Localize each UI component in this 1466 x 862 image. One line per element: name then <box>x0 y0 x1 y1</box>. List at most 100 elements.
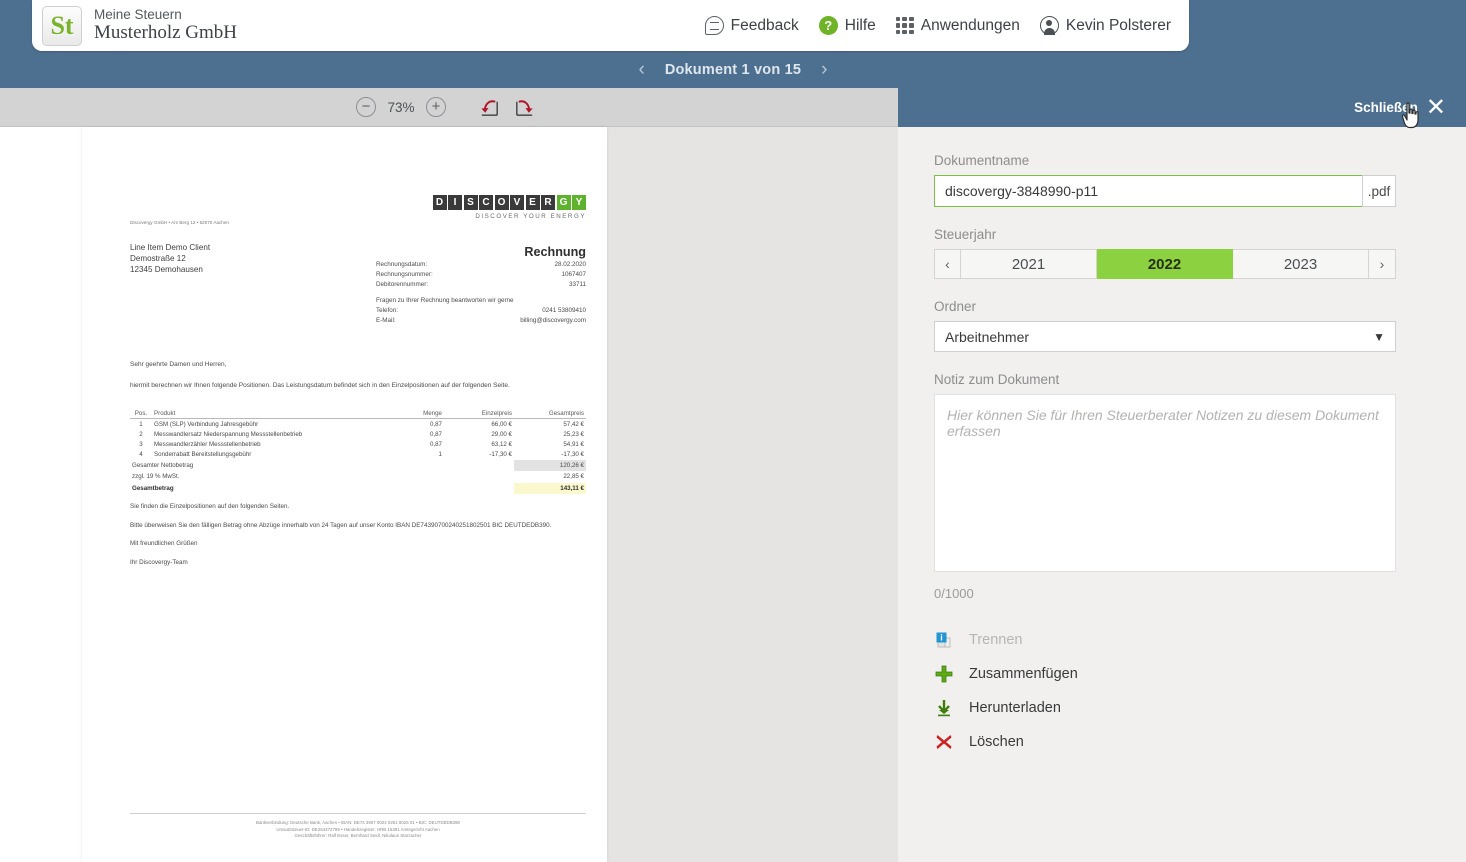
feedback-label: Feedback <box>730 16 799 34</box>
question-mark-icon: ? <box>818 16 838 35</box>
contact-value: billing@discovergy.com <box>520 316 586 324</box>
closing-line: Ihr Discovergy-Team <box>130 558 188 566</box>
cell-pos: 3 <box>139 440 143 448</box>
table-row: 4 Sonderrabatt Bereitstellungsgebühr 1 -… <box>130 450 586 460</box>
year-option-2021[interactable]: 2021 <box>961 249 1097 279</box>
cell-total-price: -17,30 € <box>561 451 584 459</box>
speech-bubble-icon <box>704 16 724 35</box>
close-label: Schließen <box>1354 100 1418 115</box>
closing-line: Mit freundlichen Grüßen <box>130 540 198 548</box>
total-label: Gesamtbetrag <box>132 484 174 492</box>
invoice-document: D I S C O V E R G Y DISCOVER YOUR ENERGY… <box>82 127 607 862</box>
note-textarea[interactable] <box>934 394 1396 572</box>
net-value: 120,26 € <box>514 459 586 472</box>
cell-product: GSM (SLP) Verbindung Jahresgebühr <box>154 420 259 428</box>
net-total-row: Gesamter Nettobetrag 120,26 € <box>130 459 586 472</box>
recipient-line: Line Item Demo Client <box>130 243 211 252</box>
app-header: St Meine Steuern Musterholz GmbH Feedbac… <box>32 0 1189 51</box>
split-pages-icon: i <box>934 631 954 650</box>
logo-letter: S <box>463 195 478 210</box>
contact-label: Telefon: <box>376 307 399 314</box>
net-label: Gesamter Nettobetrag <box>132 461 194 469</box>
contact-intro: Fragen zu Ihrer Rechnung beantworten wir… <box>376 297 514 304</box>
cell-unit-price: -17,30 € <box>489 451 512 459</box>
company-name: Musterholz GmbH <box>94 22 238 44</box>
user-menu[interactable]: Kevin Polsterer <box>1039 16 1171 35</box>
prev-document-button[interactable]: ‹ <box>618 59 664 81</box>
split-button[interactable]: i Trennen <box>934 623 1396 657</box>
cell-unit-price: 66,00 € <box>491 420 512 428</box>
logo-letter: Y <box>572 195 586 210</box>
col-header: Produkt <box>152 408 382 419</box>
table-row: 1 GSM (SLP) Verbindung Jahresgebühr 0,87… <box>130 419 586 430</box>
cell-total-price: 54,91 € <box>563 440 584 448</box>
download-arrow-icon <box>934 699 954 717</box>
next-document-button[interactable]: › <box>801 59 847 81</box>
year-option-2023[interactable]: 2023 <box>1233 249 1369 279</box>
delete-label: Löschen <box>969 734 1024 750</box>
recipient-line: Demostraße 12 <box>130 253 186 263</box>
cell-pos: 2 <box>139 430 143 438</box>
previous-year-button[interactable]: ‹ <box>934 249 961 279</box>
cell-total-price: 57,42 € <box>563 420 584 428</box>
vat-label: zzgl. 19 % MwSt. <box>132 473 180 481</box>
merge-label: Zusammenfügen <box>969 666 1078 682</box>
footer-line: Geschäftsführer: Ralf Esser, Bernhard Se… <box>294 833 422 839</box>
rotate-right-icon[interactable] <box>513 96 536 119</box>
user-circle-icon <box>1039 16 1059 35</box>
split-label: Trennen <box>969 632 1023 648</box>
folder-select[interactable]: Arbeitnehmer <box>934 321 1396 352</box>
download-button[interactable]: Herunterladen <box>934 691 1396 725</box>
next-year-button[interactable]: › <box>1369 249 1396 279</box>
logo-tagline: DISCOVER YOUR ENERGY <box>475 213 586 220</box>
cell-product: Messwandlerzähler Messstellenbetrieb <box>154 440 261 448</box>
folder-label: Ordner <box>934 299 977 314</box>
help-button[interactable]: ? Hilfe <box>818 16 876 35</box>
logo-letter: D <box>432 195 447 210</box>
meta-value: 1067407 <box>561 270 586 278</box>
recipient-line: 12345 Demohausen <box>130 264 203 274</box>
cell-product: Sonderrabatt Bereitstellungsgebühr <box>154 451 252 459</box>
footer-line: Bankverbindung: Deutsche Bank, Aachen • … <box>256 820 460 826</box>
logo-letter: E <box>525 195 540 210</box>
feedback-button[interactable]: Feedback <box>704 16 799 35</box>
meta-value: 28.02.2020 <box>554 261 586 268</box>
app-logo-icon: St <box>42 5 82 46</box>
folder-select-wrap: Arbeitnehmer ▼ <box>934 321 1396 352</box>
close-button[interactable]: Schließen ✕ <box>1354 95 1446 120</box>
col-header: Gesamtpreis <box>514 408 586 419</box>
pdf-viewer[interactable]: D I S C O V E R G Y DISCOVER YOUR ENERGY… <box>0 127 898 862</box>
vat-value: 22,85 € <box>563 473 584 481</box>
pdf-page: D I S C O V E R G Y DISCOVER YOUR ENERGY… <box>82 127 607 862</box>
viewer-toolbar: − 73% + <box>0 88 898 127</box>
table-row: 3 Messwandlerzähler Messstellenbetrieb 0… <box>130 439 586 449</box>
document-properties-panel: Dokumentname .pdf Steuerjahr ‹ 2021 2022… <box>898 127 1466 862</box>
closing-line: Sie finden die Einzelpositionen auf den … <box>130 503 290 510</box>
cell-product: Messwandlersatz Niederspannung Messstell… <box>154 430 303 438</box>
invoice-meta: Rechnungsdatum: 28.02.2020 Rechnungsnumme… <box>376 260 586 289</box>
logo-letter: C <box>479 195 493 210</box>
zoom-in-button[interactable]: + <box>426 97 446 117</box>
closing-paragraphs: Sie finden die Einzelpositionen auf den … <box>130 501 586 576</box>
year-option-2022[interactable]: 2022 <box>1097 249 1233 279</box>
cell-qty: 0,87 <box>429 420 442 428</box>
delete-button[interactable]: Löschen <box>934 725 1396 759</box>
merge-button[interactable]: Zusammenfügen <box>934 657 1396 691</box>
cell-total-price: 25,23 € <box>563 430 584 438</box>
file-extension-label: .pdf <box>1362 175 1396 207</box>
logo-letter-blocks: D I S C O V E R G Y <box>432 195 586 210</box>
logo-letter: I <box>448 195 462 210</box>
footer-line: Umsatzsteuer-ID: DE264372799 • Handelsre… <box>276 826 440 832</box>
rotate-left-icon[interactable] <box>478 96 501 119</box>
zoom-out-button[interactable]: − <box>356 97 376 117</box>
cell-qty: 1 <box>438 451 442 459</box>
zoom-controls: − 73% + <box>356 97 446 117</box>
salutation: Sehr geehrte Damen und Herren, <box>130 361 227 368</box>
cell-qty: 0,87 <box>429 430 442 438</box>
logo-letter: G <box>556 195 571 210</box>
viewer-left-strip <box>0 127 82 862</box>
apps-button[interactable]: Anwendungen <box>895 16 1020 35</box>
document-name-input[interactable] <box>934 175 1362 207</box>
vat-row: zzgl. 19 % MwSt. 22,85 € <box>130 471 586 482</box>
header-actions: Feedback ? Hilfe Anwendungen Kevin Polst… <box>704 16 1189 35</box>
